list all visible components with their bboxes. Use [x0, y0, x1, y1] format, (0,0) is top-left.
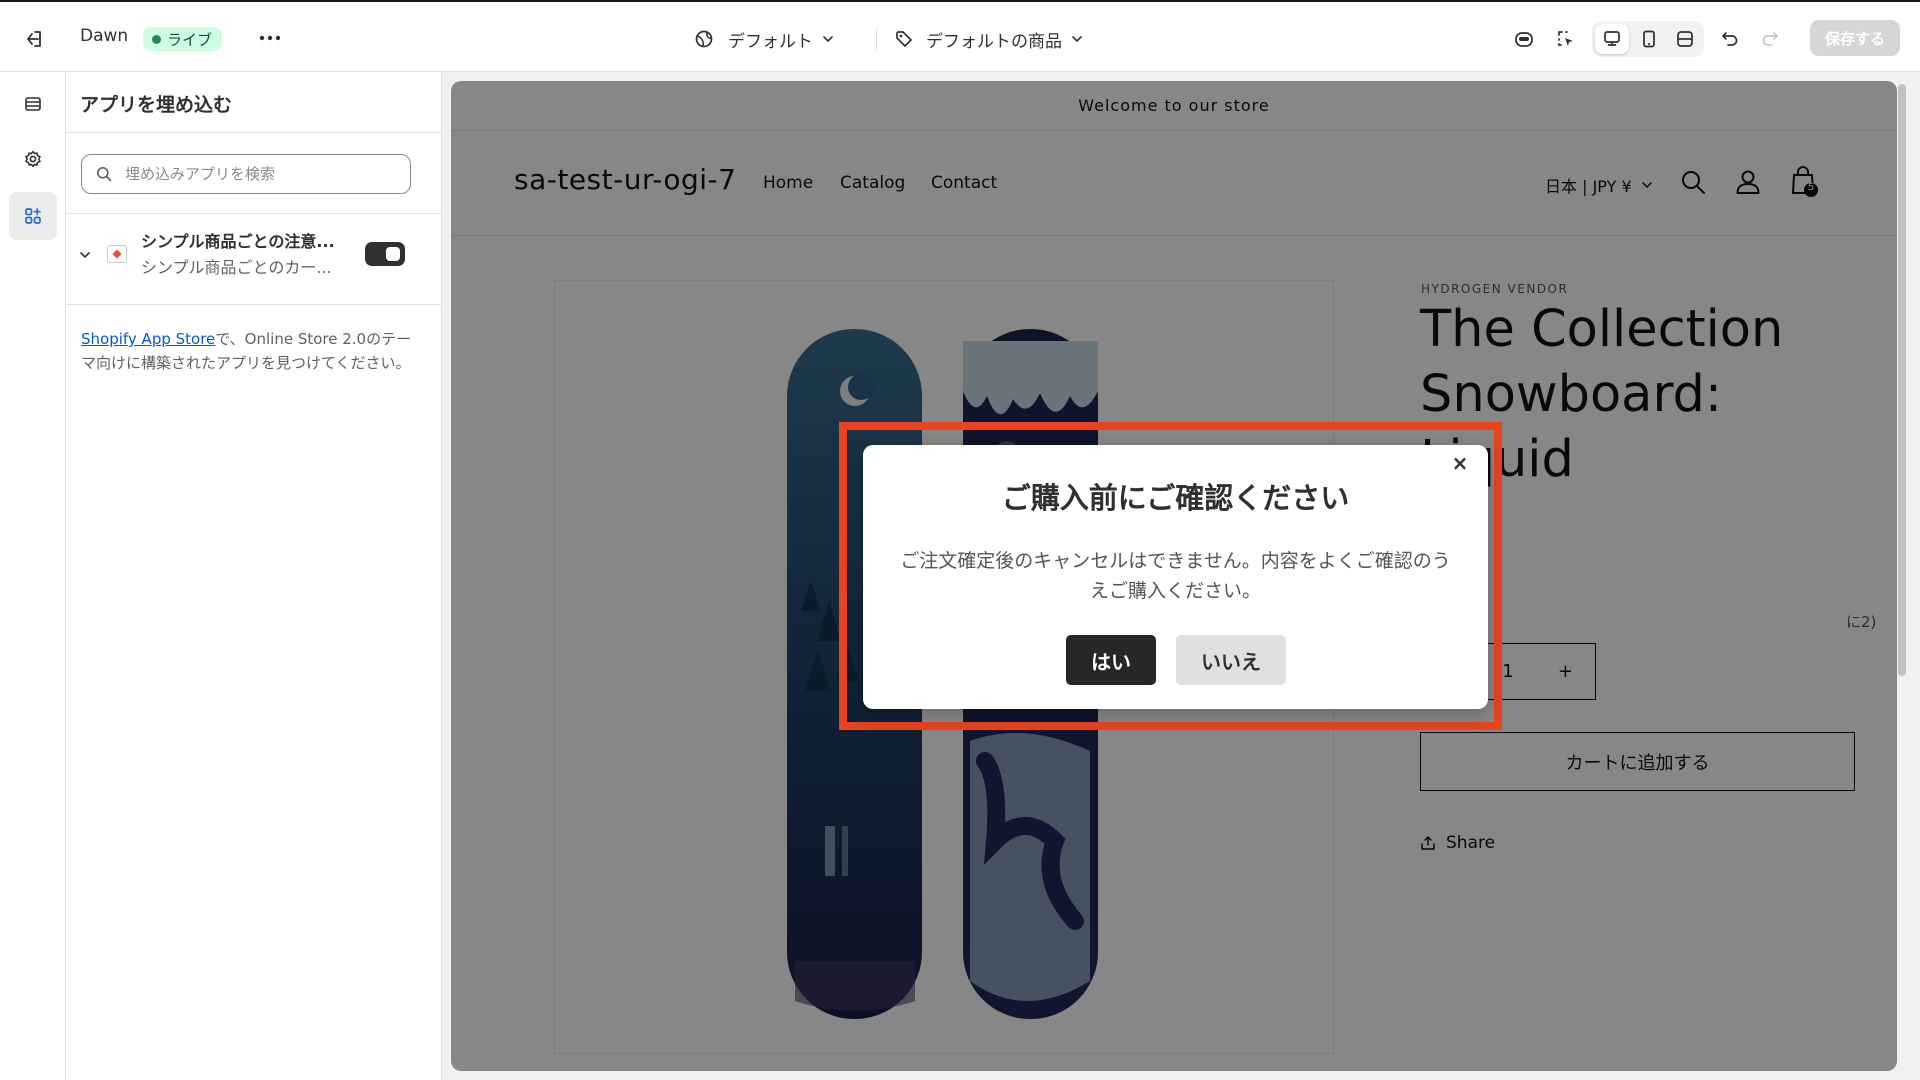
desktop-view-icon[interactable]	[1595, 24, 1629, 54]
app-store-link[interactable]: Shopify App Store	[81, 330, 215, 348]
preview-scrollbar[interactable]	[1898, 84, 1906, 676]
divider	[66, 304, 442, 305]
exit-icon[interactable]	[18, 24, 50, 54]
app-search-field[interactable]	[81, 154, 411, 194]
editor-topbar: Dawn ライブ デフォルト デフォルトの商品 保存する	[0, 0, 1920, 72]
editor-rail	[0, 72, 66, 1080]
store-preview: Welcome to our store sa-test-ur-ogi-7 Ho…	[451, 81, 1897, 1071]
fullscreen-view-icon[interactable]	[1668, 24, 1702, 54]
undo-icon[interactable]	[1714, 23, 1746, 55]
app-embed-name: シンプル商品ごとの注意...	[141, 232, 335, 251]
live-dot-icon	[152, 34, 161, 44]
app-search-input[interactable]	[125, 165, 385, 183]
live-badge-label: ライブ	[167, 30, 213, 49]
divider	[876, 28, 877, 50]
yes-button[interactable]: はい	[1066, 635, 1156, 685]
inspector-icon[interactable]	[1550, 23, 1582, 55]
confirm-purchase-modal: × ご購入前にご確認ください ご注文確定後のキャンセルはできません。内容をよくご…	[863, 445, 1488, 709]
search-icon	[97, 167, 112, 182]
chevron-down-icon[interactable]	[76, 246, 94, 264]
sidekick-icon[interactable]	[1508, 23, 1540, 55]
live-status-badge: ライブ	[143, 27, 223, 51]
close-icon[interactable]: ×	[1450, 451, 1470, 475]
template-selector[interactable]: デフォルト	[694, 22, 835, 56]
settings-gear-icon[interactable]	[9, 139, 57, 179]
redo-icon[interactable]	[1754, 23, 1786, 55]
chevron-down-icon	[1072, 36, 1082, 43]
app-embed-subtitle: シンプル商品ごとのカー...	[141, 258, 332, 277]
modal-title: ご購入前にご確認ください	[1001, 481, 1350, 515]
divider	[66, 132, 442, 133]
product-selector[interactable]: デフォルトの商品	[894, 22, 1084, 56]
mobile-view-icon[interactable]	[1632, 24, 1666, 54]
viewport-toggle-group	[1592, 21, 1704, 57]
template-selector-label: デフォルト	[728, 31, 813, 52]
product-selector-label: デフォルトの商品	[926, 31, 1062, 52]
modal-message: ご注文確定後のキャンセルはできません。内容をよくご確認のうえご購入ください。	[900, 550, 1451, 602]
save-button[interactable]: 保存する	[1810, 20, 1900, 56]
globe-icon	[695, 30, 713, 48]
help-text: Shopify App Storeで、Online Store 2.0のテーマ向…	[81, 327, 426, 375]
toggle-knob	[386, 247, 400, 261]
app-logo-icon	[107, 245, 127, 263]
app-embed-toggle[interactable]	[365, 242, 405, 266]
tag-icon	[896, 31, 912, 47]
theme-name: Dawn	[80, 26, 129, 46]
chevron-down-icon	[823, 36, 833, 43]
panel-title: アプリを埋め込む	[80, 94, 233, 116]
app-embed-row[interactable]: シンプル商品ごとの注意... シンプル商品ごとのカー...	[66, 212, 442, 302]
app-embeds-panel: アプリを埋め込む シンプル商品ごとの注意... シンプル商品ごとのカー... S…	[66, 72, 442, 1080]
no-button[interactable]: いいえ	[1176, 635, 1286, 685]
more-actions-icon[interactable]	[254, 22, 286, 54]
app-embeds-icon[interactable]	[9, 192, 57, 240]
sections-icon[interactable]	[9, 84, 57, 124]
